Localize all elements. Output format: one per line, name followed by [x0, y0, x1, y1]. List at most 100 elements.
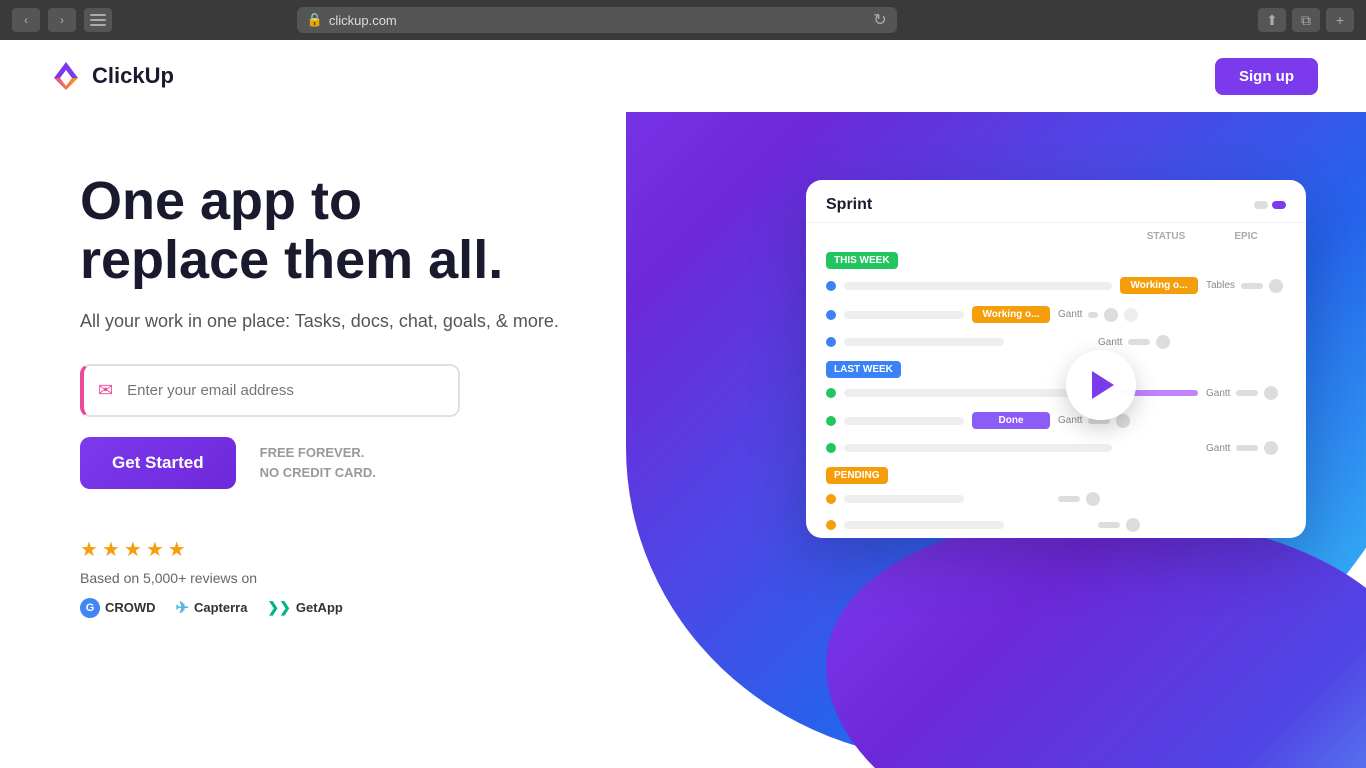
browser-chrome: ‹ › 🔒 clickup.com ↻ ⬆ ⧉ +	[0, 0, 1366, 40]
play-icon	[1092, 371, 1114, 399]
logo-icon	[48, 58, 84, 94]
review-logos: G CROWD ✈ Capterra ❯❯ GetApp	[80, 598, 660, 618]
row-bar	[844, 311, 964, 319]
capterra-icon: ✈	[176, 598, 189, 618]
last-week-label: LAST WEEK	[826, 361, 901, 378]
dashboard-title: Sprint	[826, 196, 872, 214]
reviews-text: Based on 5,000+ reviews on	[80, 570, 660, 586]
hero-content: One app to replace them all. All your wo…	[80, 172, 660, 618]
row-bar	[844, 282, 1112, 290]
lock-icon: 🔒	[307, 12, 323, 28]
hero-title: One app to replace them all.	[80, 172, 660, 291]
star-5: ★	[168, 537, 186, 562]
reviews-section: ★ ★ ★ ★ ★ Based on 5,000+ reviews on G C…	[80, 537, 660, 618]
star-2: ★	[102, 537, 120, 562]
navbar: ClickUp Product Pricing Learn Templates …	[0, 40, 1366, 112]
row-dot	[826, 494, 836, 504]
row-meta: Gantt	[1206, 386, 1286, 400]
capterra-label: Capterra	[194, 600, 247, 615]
toggle-off	[1254, 201, 1268, 209]
star-1: ★	[80, 537, 98, 562]
nav-product[interactable]: Product	[787, 67, 842, 85]
forward-button[interactable]: ›	[48, 8, 76, 32]
free-forever-text: FREE FOREVER. NO CREDIT CARD.	[260, 443, 376, 482]
logo-text: ClickUp	[92, 63, 174, 89]
getapp-icon: ❯❯	[267, 599, 290, 616]
table-row: Gantt	[806, 329, 1306, 355]
nav-templates[interactable]: Templates	[1040, 67, 1113, 85]
row-bar	[844, 417, 964, 425]
g2-label: CROWD	[105, 600, 156, 615]
nav-learn[interactable]: Learn	[963, 67, 1004, 85]
row-dot	[826, 443, 836, 453]
table-row: Working o... Tables	[806, 271, 1306, 300]
cta-row: Get Started FREE FOREVER. NO CREDIT CARD…	[80, 437, 660, 489]
row-meta: Gantt	[1206, 441, 1286, 455]
logo[interactable]: ClickUp	[48, 58, 174, 94]
toggle-on	[1272, 201, 1286, 209]
back-button[interactable]: ‹	[12, 8, 40, 32]
get-started-button[interactable]: Get Started	[80, 437, 236, 489]
dashboard-header: Sprint	[806, 180, 1306, 223]
table-row: Working o... Gantt	[806, 300, 1306, 329]
email-form: ✉	[80, 364, 460, 417]
dashboard-toggle[interactable]	[1254, 201, 1286, 209]
browser-action-buttons: ⬆ ⧉ +	[1258, 8, 1354, 32]
url-text: clickup.com	[329, 13, 397, 28]
last-week-badge: LAST WEEK	[826, 361, 901, 378]
col-epic-label: EPIC	[1206, 231, 1286, 242]
nav-pricing[interactable]: Pricing	[878, 67, 927, 85]
play-button[interactable]	[1066, 350, 1136, 420]
address-bar[interactable]: 🔒 clickup.com ↻	[297, 7, 897, 33]
share-button[interactable]: ⬆	[1258, 8, 1286, 32]
row-status: Working o...	[1120, 277, 1198, 294]
hero-title-line1: One app to	[80, 171, 362, 231]
row-dot	[826, 520, 836, 530]
email-icon: ✉	[84, 380, 127, 401]
capterra-logo: ✈ Capterra	[176, 598, 248, 618]
row-dot	[826, 388, 836, 398]
row-meta	[1098, 518, 1178, 532]
row-status: Working o...	[972, 306, 1050, 323]
table-row: Gantt	[806, 435, 1306, 461]
row-dot	[826, 337, 836, 347]
tab-button[interactable]: ⧉	[1292, 8, 1320, 32]
pending-badge: PENDING	[826, 467, 888, 484]
star-3: ★	[124, 537, 142, 562]
g2-icon: G	[80, 598, 100, 618]
row-meta: Gantt	[1098, 335, 1178, 349]
nav-actions: Sign in Sign up	[1153, 58, 1318, 95]
email-input[interactable]	[127, 366, 458, 415]
this-week-label: THIS WEEK	[826, 252, 898, 269]
signup-button[interactable]: Sign up	[1215, 58, 1318, 95]
dashboard-columns: STATUS EPIC	[806, 223, 1306, 246]
getapp-label: GetApp	[296, 600, 343, 615]
pending-label: PENDING	[826, 467, 888, 484]
nav-links: Product Pricing Learn Templates	[787, 67, 1113, 85]
this-week-badge: THIS WEEK	[826, 252, 898, 269]
more-button[interactable]: +	[1326, 8, 1354, 32]
table-row: Done Gantt	[806, 406, 1306, 435]
refresh-icon[interactable]: ↻	[873, 10, 886, 30]
hero-title-line2: replace them all.	[80, 230, 503, 290]
signin-button[interactable]: Sign in	[1153, 68, 1199, 85]
getapp-logo: ❯❯ GetApp	[267, 599, 342, 616]
table-row: Gantt	[806, 380, 1306, 406]
row-dot	[826, 281, 836, 291]
row-bar	[844, 338, 1004, 346]
dashboard-preview: Sprint STATUS EPIC THIS WEEK Working o..…	[806, 180, 1306, 538]
row-meta	[1058, 492, 1138, 506]
row-bar	[844, 521, 1004, 529]
star-rating: ★ ★ ★ ★ ★	[80, 537, 660, 562]
hero-subtitle: All your work in one place: Tasks, docs,…	[80, 311, 660, 332]
row-dot	[826, 310, 836, 320]
row-bar	[844, 495, 964, 503]
g2-crowd-logo: G CROWD	[80, 598, 156, 618]
table-row	[806, 512, 1306, 538]
row-meta: Gantt	[1058, 308, 1138, 322]
row-bar	[844, 444, 1112, 452]
star-4: ★	[146, 537, 164, 562]
sidebar-button[interactable]	[84, 8, 112, 32]
row-dot	[826, 416, 836, 426]
row-meta: Tables	[1206, 279, 1286, 293]
